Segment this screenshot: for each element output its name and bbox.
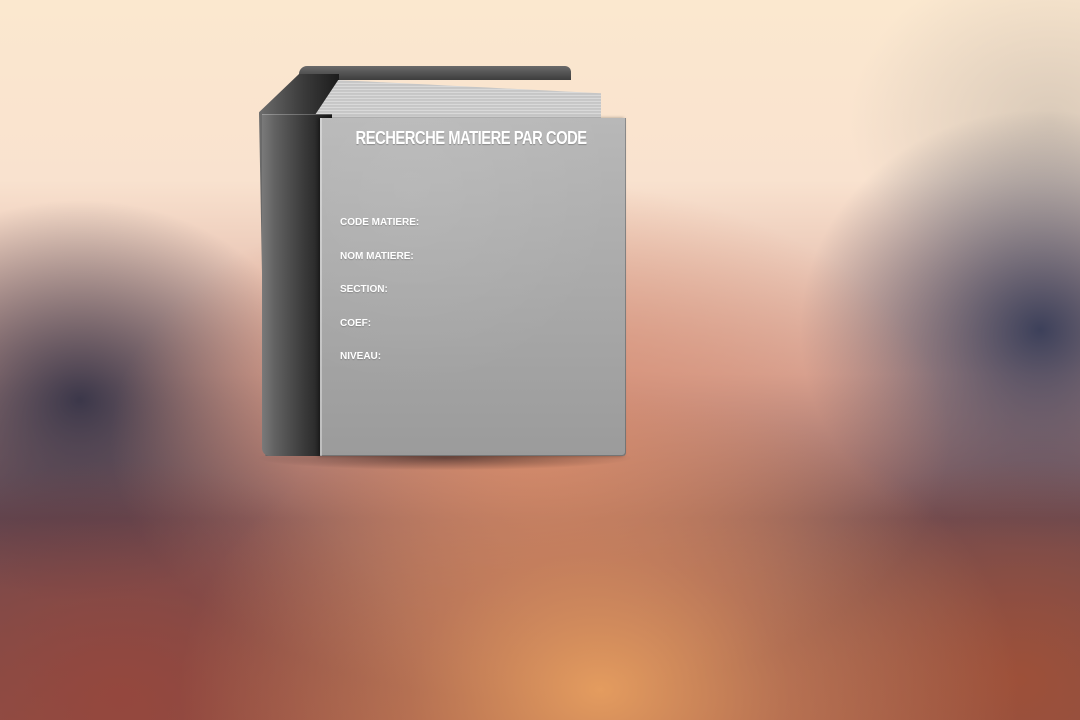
- section-label: SECTION:: [340, 284, 388, 295]
- section-field[interactable]: [394, 281, 538, 297]
- search-form-card: RECHERCHE MATIERE PAR CODE CODE MATIERE:…: [320, 118, 626, 456]
- coef-field[interactable]: [378, 315, 522, 331]
- page-title: RECHERCHE MATIERE PAR CODE: [355, 128, 588, 148]
- nom-matiere-label: NOM MATIERE:: [340, 251, 414, 262]
- niveau-label: NIVEAU:: [340, 351, 382, 362]
- niveau-field[interactable]: [390, 348, 534, 364]
- code-matiere-input[interactable]: [420, 214, 564, 230]
- book-illustration: RECHERCHE MATIERE PAR CODE CODE MATIERE:…: [259, 66, 631, 470]
- nom-matiere-field[interactable]: [420, 248, 564, 264]
- code-matiere-label: CODE MATIERE:: [340, 217, 420, 228]
- book-top-edge: [299, 66, 571, 80]
- coef-label: COEF:: [340, 318, 372, 329]
